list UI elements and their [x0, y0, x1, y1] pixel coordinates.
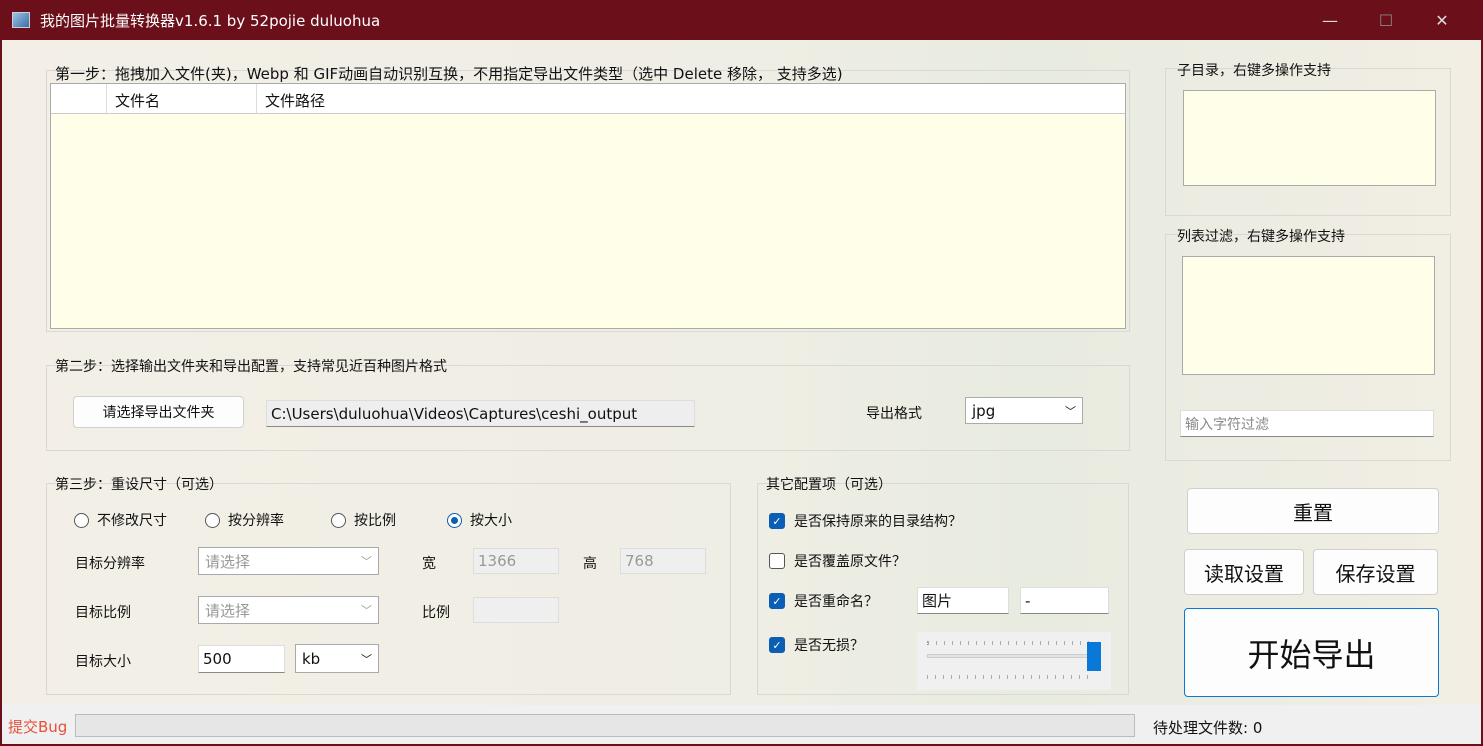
- ratio-field-label: 比例: [422, 605, 450, 621]
- chevron-down-icon: ﹀: [1065, 404, 1076, 418]
- size-field[interactable]: 500: [198, 645, 285, 673]
- radio-label: 不修改尺寸: [97, 513, 167, 529]
- size-label: 目标大小: [75, 654, 131, 670]
- format-label: 导出格式: [866, 406, 922, 422]
- checkbox-label: 是否重命名？: [794, 594, 878, 610]
- ratio-select[interactable]: 请选择 ﹀: [198, 596, 379, 624]
- checkbox-checked-icon: ✓: [769, 593, 785, 609]
- format-select[interactable]: jpg ﹀: [965, 397, 1083, 424]
- radio-icon: [205, 512, 220, 528]
- radio-selected-icon: [447, 512, 462, 528]
- subdir-label: 子目录，右键多操作支持: [1177, 63, 1331, 79]
- height-label: 高: [583, 556, 597, 572]
- radio-label: 按大小: [470, 513, 512, 529]
- radio-by-ratio[interactable]: 按比例: [331, 510, 396, 530]
- format-value: jpg: [972, 401, 996, 420]
- subdir-list[interactable]: [1183, 90, 1436, 186]
- slider-thumb[interactable]: [1087, 642, 1101, 671]
- close-button[interactable]: ✕: [1414, 0, 1470, 40]
- filter-list[interactable]: [1182, 256, 1435, 375]
- start-export-button[interactable]: 开始导出: [1184, 608, 1439, 697]
- rename-checkbox[interactable]: ✓ 是否重命名？: [769, 591, 878, 611]
- size-unit-select[interactable]: kb ﹀: [295, 644, 379, 673]
- height-field[interactable]: 768: [620, 548, 706, 574]
- resolution-label: 目标分辨率: [75, 556, 145, 572]
- file-list[interactable]: 文件名 文件路径: [50, 83, 1126, 329]
- main-window: 第一步：拖拽加入文件(夹)，Webp 和 GIF动画自动识别互换，不用指定导出文…: [2, 40, 1481, 744]
- ratio-label: 目标比例: [75, 605, 131, 621]
- column-filename[interactable]: 文件名: [107, 84, 257, 113]
- column-filepath[interactable]: 文件路径: [257, 84, 1125, 113]
- radio-icon: [331, 512, 346, 528]
- checkbox-checked-icon: ✓: [769, 637, 785, 653]
- step1-label: 第一步：拖拽加入文件(夹)，Webp 和 GIF动画自动识别互换，不用指定导出文…: [55, 65, 843, 83]
- column-check[interactable]: [51, 84, 107, 113]
- resolution-placeholder: 请选择: [205, 552, 251, 571]
- pending-count: 待处理文件数: 0: [1153, 719, 1263, 737]
- quality-slider[interactable]: [917, 632, 1111, 690]
- choose-folder-button[interactable]: 请选择导出文件夹: [73, 396, 244, 428]
- maximize-button[interactable]: ☐: [1358, 0, 1414, 40]
- checkbox-checked-icon: ✓: [769, 513, 785, 529]
- radio-by-resolution[interactable]: 按分辨率: [205, 510, 284, 530]
- checkbox-label: 是否覆盖原文件？: [794, 554, 906, 570]
- radio-no-resize[interactable]: 不修改尺寸: [74, 510, 167, 530]
- submit-bug-link[interactable]: 提交Bug: [8, 716, 67, 737]
- chevron-down-icon: ﹀: [361, 604, 372, 617]
- window-title: 我的图片批量转换器v1.6.1 by 52pojie duluohua: [40, 11, 381, 30]
- radio-by-size[interactable]: 按大小: [447, 510, 512, 530]
- other-label: 其它配置项（可选）: [766, 477, 892, 493]
- width-field[interactable]: 1366: [473, 548, 559, 574]
- radio-label: 按分辨率: [228, 513, 284, 529]
- slider-ticks-top: [927, 641, 1093, 645]
- lossless-checkbox[interactable]: ✓ 是否无损？: [769, 635, 864, 655]
- file-list-header: 文件名 文件路径: [51, 84, 1125, 114]
- rename-separator-field[interactable]: -: [1020, 587, 1109, 614]
- filter-label: 列表过滤，右键多操作支持: [1177, 229, 1345, 245]
- overwrite-checkbox[interactable]: 是否覆盖原文件？: [769, 551, 906, 571]
- ratio-field[interactable]: [473, 597, 559, 623]
- slider-track: [927, 654, 1097, 658]
- load-settings-button[interactable]: 读取设置: [1184, 549, 1304, 595]
- filter-input[interactable]: 输入字符过滤: [1180, 410, 1434, 437]
- chevron-down-icon: ﹀: [361, 652, 372, 666]
- checkbox-unchecked-icon: [769, 553, 785, 569]
- chevron-down-icon: ﹀: [361, 555, 372, 568]
- reset-button[interactable]: 重置: [1187, 488, 1439, 534]
- minimize-button[interactable]: —: [1302, 0, 1358, 40]
- step2-label: 第二步：选择输出文件夹和导出配置，支持常见近百种图片格式: [55, 359, 447, 375]
- output-folder-field[interactable]: C:\Users\duluohua\Videos\Captures\ceshi_…: [266, 400, 695, 427]
- radio-label: 按比例: [354, 513, 396, 529]
- checkbox-label: 是否无损？: [794, 638, 864, 654]
- slider-ticks-bottom: [927, 675, 1093, 679]
- width-label: 宽: [422, 556, 436, 572]
- keep-structure-checkbox[interactable]: ✓ 是否保持原来的目录结构？: [769, 511, 962, 531]
- checkbox-label: 是否保持原来的目录结构？: [794, 514, 962, 530]
- title-bar: 我的图片批量转换器v1.6.1 by 52pojie duluohua — ☐ …: [0, 0, 1483, 40]
- size-unit-value: kb: [302, 649, 321, 668]
- ratio-placeholder: 请选择: [205, 601, 251, 620]
- radio-icon: [74, 512, 89, 528]
- save-settings-button[interactable]: 保存设置: [1313, 549, 1438, 595]
- rename-prefix-field[interactable]: 图片: [917, 587, 1009, 614]
- step3-label: 第三步：重设尺寸（可选）: [55, 477, 223, 493]
- app-icon: [12, 12, 30, 28]
- resolution-select[interactable]: 请选择 ﹀: [198, 547, 379, 575]
- progress-bar: [75, 714, 1135, 737]
